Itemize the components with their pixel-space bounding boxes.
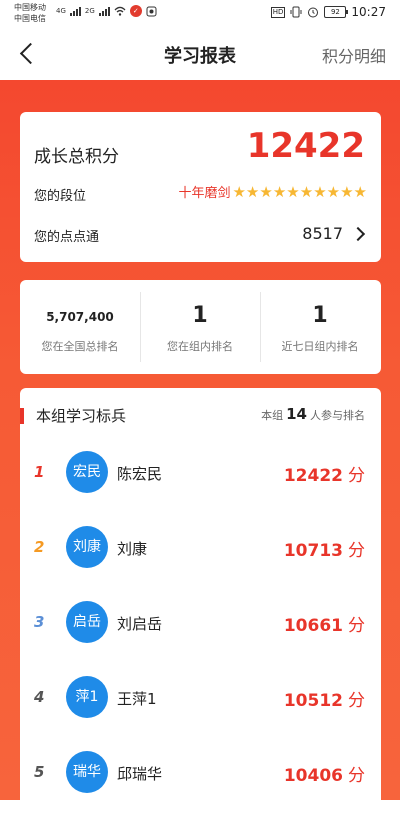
rank-level-label: 您的段位: [34, 189, 87, 204]
national-rank-label: 您在全国总排名: [41, 340, 119, 353]
diandian-label: 您的点点通: [34, 230, 100, 245]
notification-badge-icon: ✓: [129, 5, 142, 17]
section-marker: [20, 408, 24, 424]
participant-count-suffix: 人参与排名: [310, 409, 365, 422]
member-name: 刘康: [117, 540, 148, 558]
member-score: 10406 分: [284, 761, 365, 786]
score-unit: 分: [348, 466, 365, 486]
rankings-card: 5,707,400 您在全国总排名 1 您在组内排名 1 近七日组内排名: [20, 280, 381, 374]
star-icon: ★: [326, 182, 341, 201]
system-indicators: HD 92 10:27: [270, 5, 386, 19]
member-score: 10512 分: [284, 686, 365, 711]
avatar: 萍1: [66, 676, 108, 718]
score-unit: 分: [348, 766, 365, 786]
status-bar: 中国移动 中国电信 4G 2G ✓ HD 92 10:27: [0, 0, 400, 28]
clock: 10:27: [351, 5, 386, 19]
group-rank: 1 您在组内排名: [140, 280, 260, 374]
member-name: 邱瑞华: [117, 765, 163, 783]
carrier-info: 中国移动 中国电信: [14, 2, 46, 24]
member-score-value: 12422: [283, 466, 343, 486]
group-rank-label: 您在组内排名: [167, 340, 233, 353]
star-icon: ★: [232, 182, 246, 201]
week-group-rank: 1 近七日组内排名: [260, 280, 380, 374]
signal-icon: [69, 6, 81, 16]
score-unit: 分: [348, 541, 365, 561]
growth-points-card: 成长总积分 12422 您的段位 十年磨剑 ★ ★ ★ ★ ★ ★ ★ ★ ★ ★ 您的点点通 8…: [20, 112, 381, 262]
avatar: 刘康: [66, 526, 108, 568]
hd-voice-icon: HD: [270, 6, 286, 18]
carrier-1: 中国移动: [14, 3, 46, 12]
star-icon: ★: [272, 182, 287, 201]
growth-points-value: 12422: [246, 126, 365, 166]
avatar: 瑞华: [66, 751, 108, 793]
rank-number: 3: [34, 613, 45, 631]
leaderboard-row[interactable]: 2 刘康 刘康 10713 分: [20, 518, 381, 578]
star-icon: ★: [353, 182, 367, 201]
member-name: 王萍1: [117, 690, 157, 708]
member-score: 10713 分: [284, 536, 365, 561]
score-unit: 分: [348, 691, 365, 711]
member-score: 10661 分: [284, 611, 365, 636]
member-score-value: 10406: [283, 766, 343, 786]
network-indicators: 4G 2G ✓: [56, 5, 157, 17]
member-score: 12422 分: [284, 461, 365, 486]
rank-number: 4: [34, 688, 45, 706]
star-icon: ★: [286, 182, 300, 201]
star-icon: ★: [299, 182, 314, 201]
avatar: 宏民: [66, 451, 108, 493]
app-header: 学习报表 积分明细: [0, 28, 400, 80]
leaderboard-row[interactable]: 1 宏民 陈宏民 12422 分: [20, 443, 381, 503]
growth-points-label: 成长总积分: [34, 147, 119, 167]
member-name: 刘启岳: [117, 615, 163, 633]
leaderboard-row[interactable]: 4 萍1 王萍1 10512 分: [20, 668, 381, 728]
group-rank-value: 1: [192, 303, 208, 328]
vibrate-icon: [290, 6, 302, 18]
battery-icon: 92: [324, 6, 349, 18]
week-group-rank-value: 1: [312, 303, 328, 328]
member-name: 陈宏民: [117, 465, 163, 483]
diandian-button[interactable]: 8517: [302, 224, 366, 243]
star-icon: ★: [313, 182, 327, 201]
star-icon: ★: [340, 182, 354, 201]
rank-number: 1: [34, 463, 45, 481]
participant-count: 本组 14 人参与排名: [261, 405, 365, 423]
leaderboard-title: 本组学习标兵: [36, 407, 127, 425]
avatar: 启岳: [66, 601, 108, 643]
star-icon: ★: [259, 182, 273, 201]
participant-count-prefix: 本组: [261, 409, 284, 422]
rank-level: 十年磨剑 ★ ★ ★ ★ ★ ★ ★ ★ ★ ★: [178, 182, 367, 202]
participant-count-value: 14: [286, 405, 307, 423]
diandian-value: 8517: [302, 224, 343, 243]
member-score-value: 10713: [283, 541, 343, 561]
rank-number: 2: [34, 538, 45, 556]
national-rank: 5,707,400 您在全国总排名: [20, 280, 140, 374]
signal-icon-2: [98, 6, 110, 16]
score-unit: 分: [348, 616, 365, 636]
app-notification-icon: [146, 6, 157, 16]
member-score-value: 10512: [283, 691, 343, 711]
national-rank-value: 5,707,400: [46, 310, 114, 324]
network-1-label: 4G: [56, 7, 66, 15]
chevron-right-icon: [350, 226, 366, 241]
carrier-2: 中国电信: [14, 14, 46, 23]
leaderboard-row[interactable]: 3 启岳 刘启岳 10661 分: [20, 593, 381, 653]
rank-stars: ★ ★ ★ ★ ★ ★ ★ ★ ★ ★: [232, 184, 367, 200]
week-group-rank-label: 近七日组内排名: [281, 340, 359, 353]
group-leaderboard-card: 本组学习标兵 本组 14 人参与排名 1 宏民 陈宏民 12422 分 2 刘康 刘康…: [20, 388, 381, 818]
rank-level-value: 十年磨剑: [178, 186, 231, 201]
alarm-icon: [308, 7, 319, 18]
star-icon: ★: [245, 182, 260, 201]
wifi-icon: [114, 6, 126, 16]
member-score-value: 10661: [283, 616, 343, 636]
points-detail-link[interactable]: 积分明细: [322, 43, 386, 67]
leaderboard-row[interactable]: 5 瑞华 邱瑞华 10406 分: [20, 743, 381, 803]
rank-number: 5: [34, 763, 45, 781]
network-2-label: 2G: [84, 7, 95, 15]
